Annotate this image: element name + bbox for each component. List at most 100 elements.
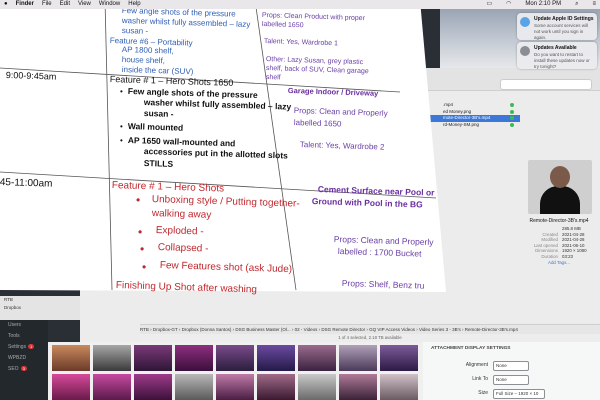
media-thumbnail[interactable] xyxy=(134,374,172,400)
link-to-select[interactable]: None xyxy=(493,375,529,385)
sidebar-item-tools[interactable]: Tools xyxy=(0,331,48,342)
notification-apple-id[interactable]: Update Apple ID Settings Some account se… xyxy=(517,13,597,40)
status-bar: 1 of 4 selected, 2.18 TB available xyxy=(140,334,600,342)
path-item[interactable]: Video Series 3 - 3B's xyxy=(419,327,461,332)
bullet-text: AP 1800 shelf, xyxy=(121,45,174,56)
size-row: Size Full Size – 1920 × 10 xyxy=(423,388,600,399)
media-thumbnail[interactable] xyxy=(93,374,131,400)
bullet-dot: • xyxy=(120,136,123,145)
media-thumbnail[interactable] xyxy=(175,345,213,371)
alignment-row: Alignment None xyxy=(423,360,600,371)
apple-menu-icon[interactable]: ● xyxy=(4,0,8,9)
section-heading: ATTACHMENT DISPLAY SETTINGS xyxy=(431,346,511,351)
media-thumbnail[interactable] xyxy=(257,345,295,371)
sidebar-item-seo[interactable]: SEO 3 xyxy=(0,364,48,375)
synced-icon xyxy=(510,122,514,127)
media-thumbnail[interactable] xyxy=(298,374,336,400)
feature-text: susan - xyxy=(121,26,149,36)
bullet-text: house shelf, xyxy=(121,55,166,66)
clock[interactable]: Mon 2:10 PM xyxy=(525,0,561,9)
sidebar-item-wpbzd[interactable]: WPBZD xyxy=(0,353,48,364)
list-item[interactable]: RTB xyxy=(0,296,80,304)
bullet-text: Collapsed - xyxy=(157,242,209,255)
menu-finder[interactable]: Finder xyxy=(16,0,34,9)
bullet-dot: • xyxy=(136,193,141,207)
bullet-text: STILLS xyxy=(143,158,174,169)
media-thumbnail[interactable] xyxy=(175,374,213,400)
bullet-dot: • xyxy=(120,122,123,131)
props-text: labelled 1650 xyxy=(293,118,342,129)
bullet-text: Exploded - xyxy=(155,225,204,238)
file-preview-thumbnail[interactable] xyxy=(528,160,592,214)
file-name: rd-Money-SM.png xyxy=(443,121,480,127)
media-thumbnail[interactable] xyxy=(380,345,418,371)
link-to-label: Link To xyxy=(472,376,488,382)
apple-id-icon xyxy=(520,17,530,27)
path-item[interactable]: Dropbox (Donna Santos) xyxy=(182,327,232,332)
sidebar-item-label: Tools xyxy=(8,333,20,339)
path-bar: RTB › Dropbox-GT › Dropbox (Donna Santos… xyxy=(140,324,600,334)
bullet-dot: • xyxy=(142,260,147,274)
file-name: mote-Director-3B's.mp4 xyxy=(443,115,491,120)
list-item[interactable]: Dropbox xyxy=(0,304,80,312)
update-badge: 3 xyxy=(20,366,27,371)
media-thumbnail[interactable] xyxy=(52,374,90,400)
media-thumbnail[interactable] xyxy=(339,374,377,400)
media-thumbnail[interactable] xyxy=(380,374,418,400)
notification-title: Updates Available xyxy=(534,45,577,51)
shot-list-document: Few angle shots of the pressure washer w… xyxy=(0,0,446,295)
path-item[interactable]: Dropbox-GT xyxy=(153,327,178,332)
menu-window[interactable]: Window xyxy=(99,0,120,9)
size-label: Size xyxy=(478,390,488,396)
link-to-row: Link To None xyxy=(423,374,600,385)
sidebar-item-label: WPBZD xyxy=(8,355,27,361)
menu-help[interactable]: Help xyxy=(128,0,140,9)
file-name: ed Money.png xyxy=(443,108,472,114)
other-text: shelf xyxy=(265,74,281,82)
media-thumbnail[interactable] xyxy=(52,345,90,371)
menu-view[interactable]: View xyxy=(78,0,91,9)
media-thumbnail[interactable] xyxy=(134,345,172,371)
alignment-label: Alignment xyxy=(465,362,488,368)
outer-file-list: RTB Dropbox xyxy=(0,296,80,320)
file-info-panel: Remote-Director-3B's.mp4 285.8 MB Create… xyxy=(520,218,598,265)
time-slot: 45-11:00am xyxy=(0,177,53,190)
path-item[interactable]: DSG Business Master (Ol... xyxy=(235,327,290,332)
menu-edit[interactable]: Edit xyxy=(60,0,70,9)
media-thumbnail[interactable] xyxy=(298,345,336,371)
attachment-display-settings: ATTACHMENT DISPLAY SETTINGS Alignment No… xyxy=(423,342,600,400)
bullet-text: walking away xyxy=(151,208,212,221)
media-library-grid xyxy=(48,342,423,400)
menu-file[interactable]: File xyxy=(42,0,52,9)
path-item[interactable]: DSG Remote Director xyxy=(321,327,365,332)
update-badge: 1 xyxy=(28,344,35,349)
synced-icon xyxy=(510,103,514,108)
meta-value: 03:23 xyxy=(562,253,573,259)
spotlight-icon[interactable]: ⌕ xyxy=(575,0,578,9)
control-center-icon[interactable]: ≡ xyxy=(592,0,596,9)
path-item[interactable]: GQ VIP Access Videos xyxy=(369,327,415,332)
media-thumbnail[interactable] xyxy=(257,374,295,400)
add-tags-link[interactable]: Add Tags... xyxy=(520,260,598,265)
media-thumbnail[interactable] xyxy=(339,345,377,371)
sidebar-item-users[interactable]: Users xyxy=(0,320,48,331)
media-thumbnail[interactable] xyxy=(216,374,254,400)
path-item[interactable]: 02 - Videos xyxy=(295,327,318,332)
media-thumbnail[interactable] xyxy=(216,345,254,371)
path-item[interactable]: RTB xyxy=(140,327,149,332)
meta-key: Duration xyxy=(541,253,558,259)
notification-title: Update Apple ID Settings xyxy=(534,16,594,22)
search-field[interactable] xyxy=(500,79,592,90)
bullet-dot: • xyxy=(138,225,143,239)
path-item[interactable]: Remote-Director-3B's.mp4 xyxy=(465,327,518,332)
sidebar-item-label: Settings xyxy=(8,344,27,350)
sidebar-item-settings[interactable]: Settings 1 xyxy=(0,342,48,353)
notification-updates[interactable]: Updates Available Do you want to restart… xyxy=(517,42,597,69)
battery-icon[interactable]: ▭ xyxy=(487,0,493,9)
bullet-text: susan - xyxy=(143,108,174,119)
wifi-icon[interactable]: ◠ xyxy=(506,0,511,9)
alignment-select[interactable]: None xyxy=(493,361,529,371)
media-thumbnail[interactable] xyxy=(93,345,131,371)
size-select[interactable]: Full Size – 1920 × 10 xyxy=(493,389,545,399)
notification-desc: Some account services will not work unti… xyxy=(534,23,589,40)
